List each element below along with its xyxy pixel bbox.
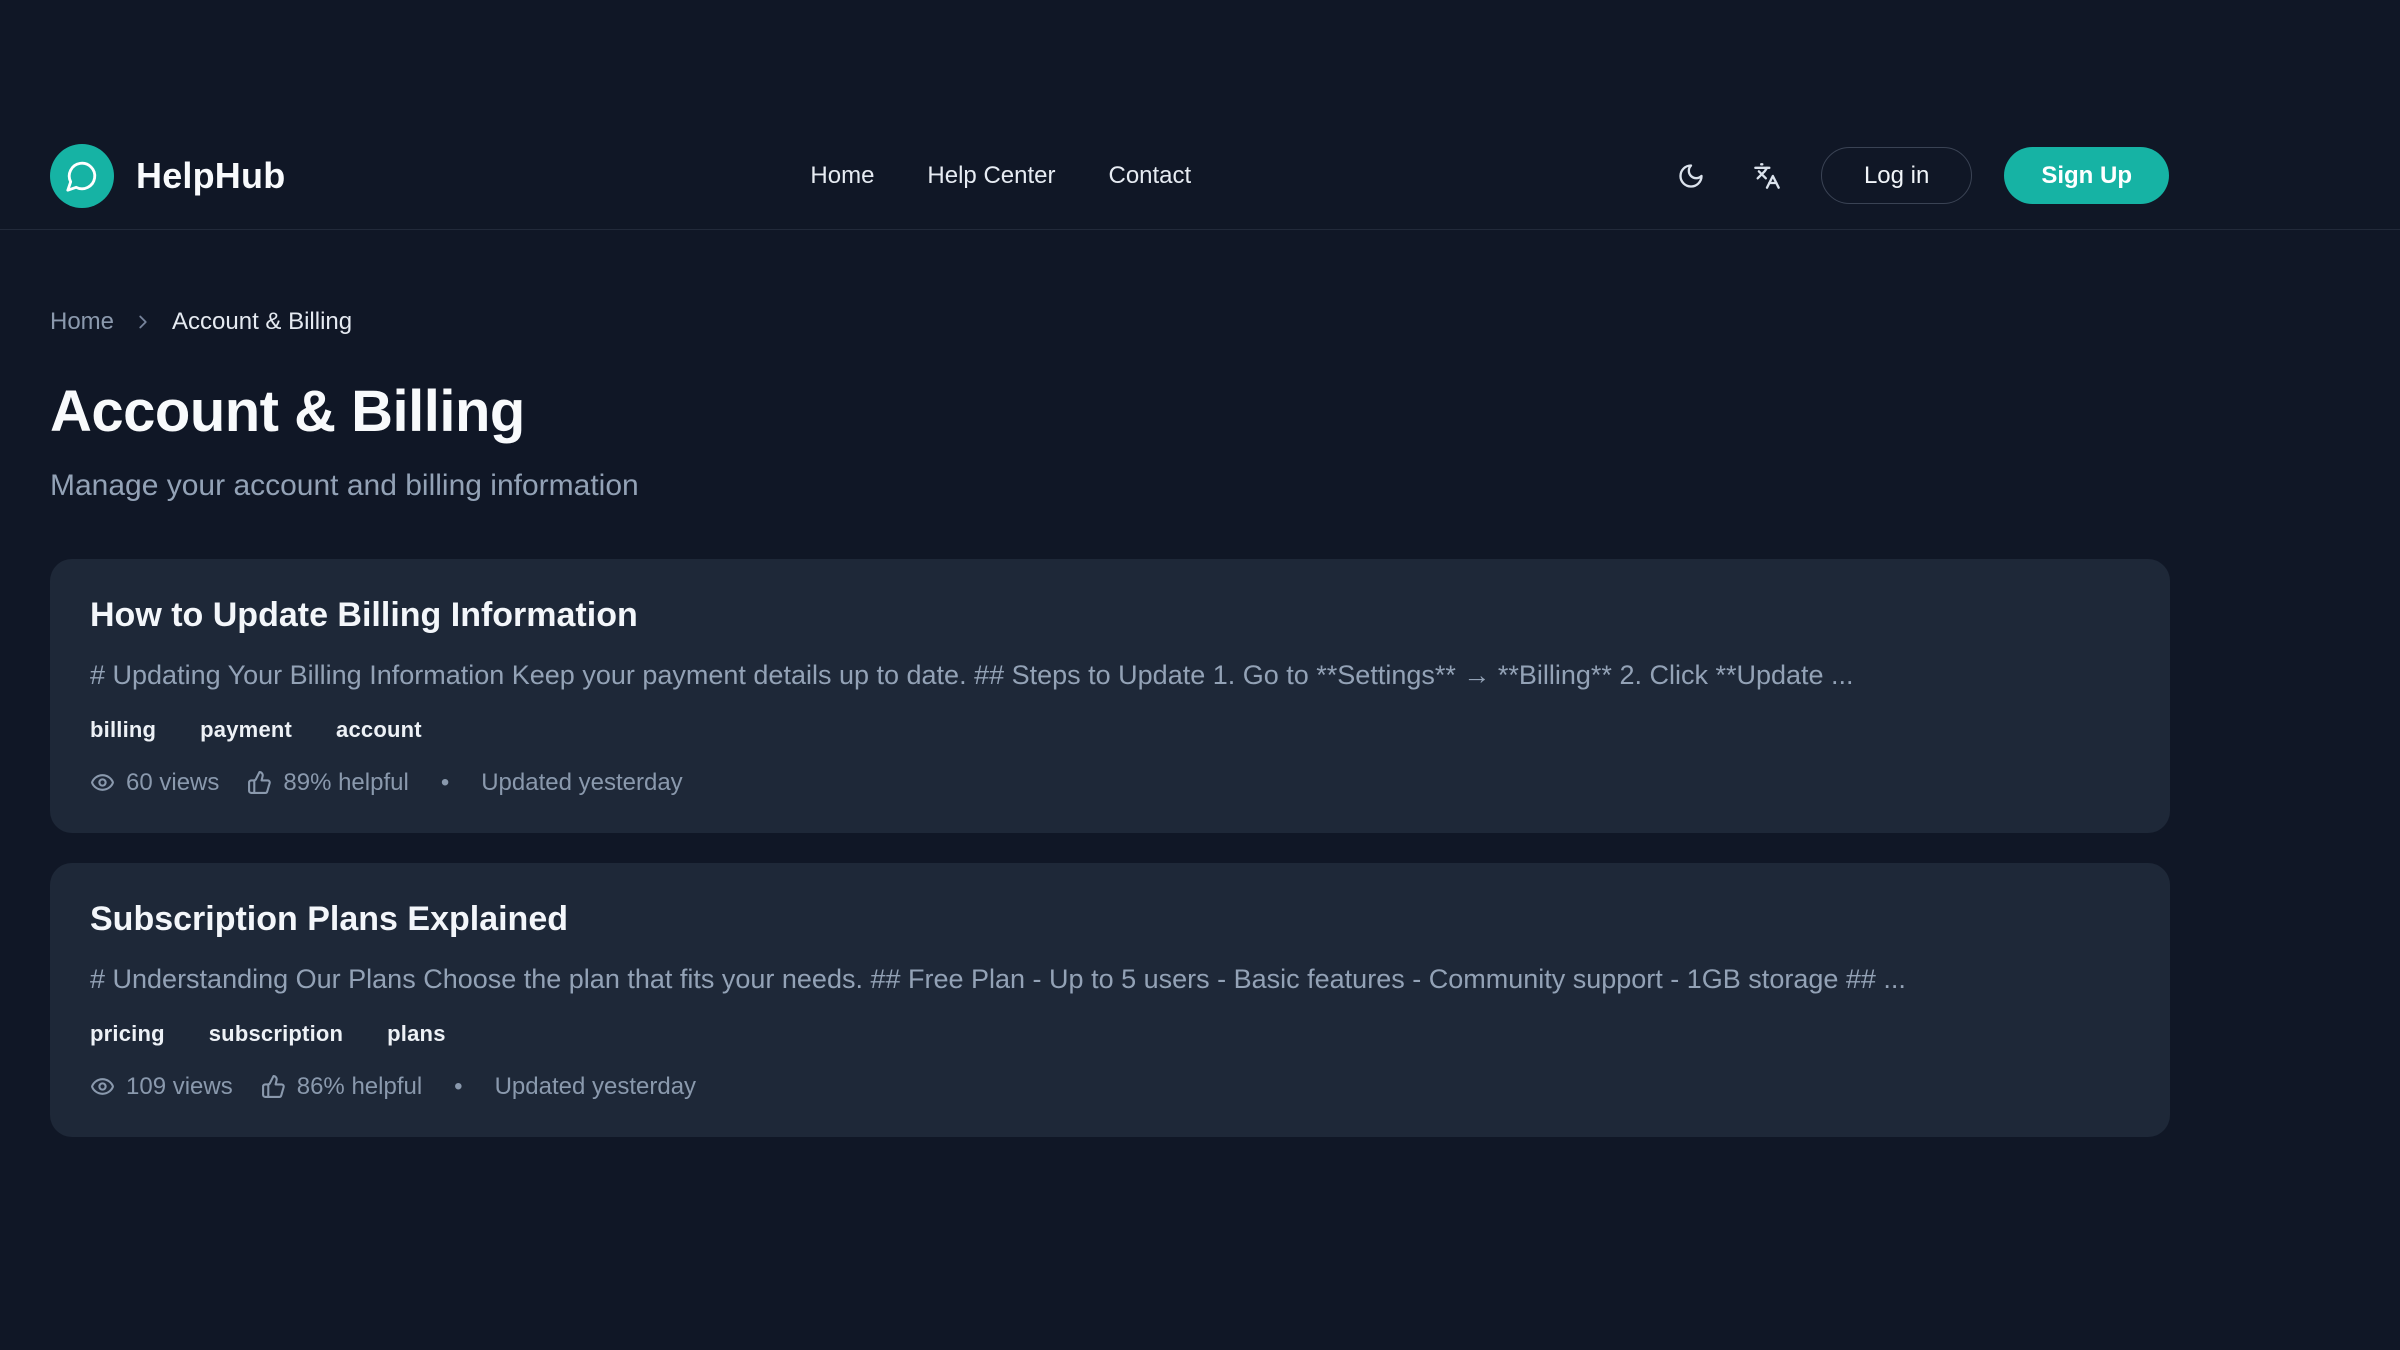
helpful-percent: 86% helpful [297,1073,422,1101]
helpful-percent: 89% helpful [283,769,408,797]
brand[interactable]: HelpHub [50,144,285,208]
views-stat: 109 views [90,1073,233,1101]
tag[interactable]: account [336,717,422,743]
article-excerpt: # Updating Your Billing Information Keep… [90,660,2130,691]
article-meta: 60 views 89% helpful • Updated yesterday [90,769,2130,797]
article-card[interactable]: How to Update Billing Information # Upda… [50,559,2170,833]
nav-link-help-center[interactable]: Help Center [927,162,1055,190]
chevron-right-icon [132,311,154,333]
login-button[interactable]: Log in [1821,147,1972,204]
tag-list: billing payment account [90,717,2130,743]
helpful-stat: 89% helpful [247,769,408,797]
article-excerpt: # Understanding Our Plans Choose the pla… [90,964,2130,995]
breadcrumb-home-link[interactable]: Home [50,308,114,336]
nav-link-contact[interactable]: Contact [1108,162,1191,190]
navbar: HelpHub Home Help Center Contact Log in … [0,0,2400,230]
signup-button[interactable]: Sign Up [2004,147,2169,204]
logo [50,144,114,208]
brand-name: HelpHub [136,155,285,197]
views-count: 60 views [126,769,219,797]
tag[interactable]: plans [387,1021,445,1047]
nav-links: Home Help Center Contact [810,162,1191,190]
updated-text: Updated yesterday [481,769,682,797]
views-stat: 60 views [90,769,219,797]
language-button[interactable] [1745,154,1789,198]
nav-link-home[interactable]: Home [810,162,874,190]
page-subtitle: Manage your account and billing informat… [50,469,2170,503]
views-count: 109 views [126,1073,233,1101]
thumbs-up-icon [261,1074,286,1099]
breadcrumb-current: Account & Billing [172,308,352,336]
tag[interactable]: pricing [90,1021,165,1047]
navbar-actions: Log in Sign Up [1669,147,2169,204]
meta-separator: • [441,769,449,797]
article-title: How to Update Billing Information [90,595,2130,636]
meta-separator: • [454,1073,462,1101]
page-title: Account & Billing [50,380,2170,445]
message-circle-icon [65,159,99,193]
eye-icon [90,770,115,795]
tag[interactable]: payment [200,717,292,743]
eye-icon [90,1074,115,1099]
theme-toggle-button[interactable] [1669,154,1713,198]
languages-icon [1753,162,1781,190]
tag-list: pricing subscription plans [90,1021,2130,1047]
moon-icon [1677,162,1705,190]
main-content: Home Account & Billing Account & Billing… [50,308,2170,1137]
breadcrumb: Home Account & Billing [50,308,2170,336]
tag[interactable]: billing [90,717,156,743]
tag[interactable]: subscription [209,1021,343,1047]
article-card[interactable]: Subscription Plans Explained # Understan… [50,863,2170,1137]
updated-text: Updated yesterday [495,1073,696,1101]
article-title: Subscription Plans Explained [90,899,2130,940]
helpful-stat: 86% helpful [261,1073,422,1101]
thumbs-up-icon [247,770,272,795]
article-meta: 109 views 86% helpful • Updated yesterda… [90,1073,2130,1101]
